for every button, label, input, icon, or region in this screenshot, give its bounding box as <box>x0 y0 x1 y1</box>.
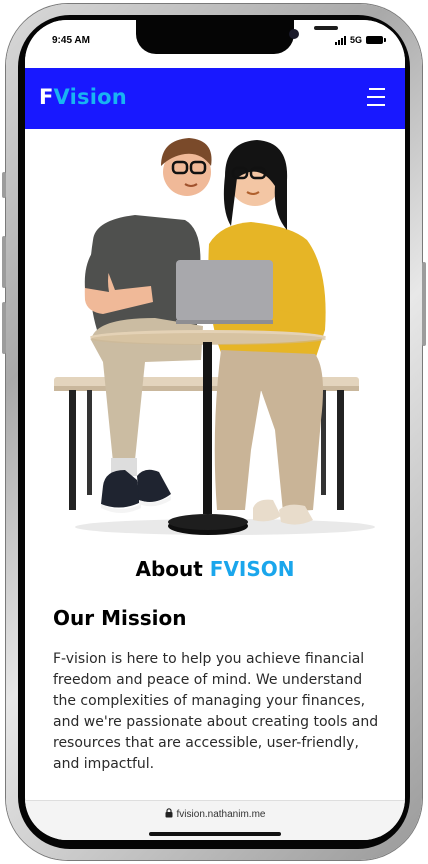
mission-title: Our Mission <box>53 606 187 630</box>
network-type: 5G <box>349 35 362 45</box>
lock-icon <box>165 808 173 818</box>
url-display[interactable]: fvision.nathanim.me <box>25 808 405 820</box>
mission-text: F-vision is here to help you achieve fin… <box>53 651 379 772</box>
status-bar: 9:45 AM 5G <box>25 20 405 67</box>
logo-part-1: F <box>39 85 54 109</box>
about-heading-prefix: About <box>135 557 210 581</box>
hamburger-menu-icon[interactable] <box>367 88 387 108</box>
front-camera <box>289 29 299 39</box>
site-header: FVision <box>25 68 405 129</box>
about-heading-accent: FVISON <box>209 557 295 581</box>
notch <box>136 20 338 54</box>
status-time: 9:45 AM <box>52 35 90 46</box>
volume-down-button <box>2 302 6 354</box>
silent-switch <box>2 172 6 198</box>
hero-illustration <box>54 138 375 535</box>
speaker <box>314 26 338 30</box>
home-indicator[interactable] <box>149 832 281 836</box>
power-button <box>422 262 426 346</box>
battery-icon <box>366 36 386 44</box>
status-indicators: 5G <box>334 35 386 45</box>
browser-url-bar[interactable]: fvision.nathanim.me <box>25 800 405 840</box>
url-text: fvision.nathanim.me <box>176 809 266 820</box>
about-heading: About FVISON <box>25 557 405 581</box>
site-logo[interactable]: FVision <box>39 85 127 109</box>
logo-part-2: Vision <box>53 85 127 109</box>
signal-bars-icon <box>334 35 346 45</box>
volume-up-button <box>2 236 6 288</box>
phone-screen: 9:45 AM 5G FVision About FVISON Our Miss… <box>25 20 405 840</box>
